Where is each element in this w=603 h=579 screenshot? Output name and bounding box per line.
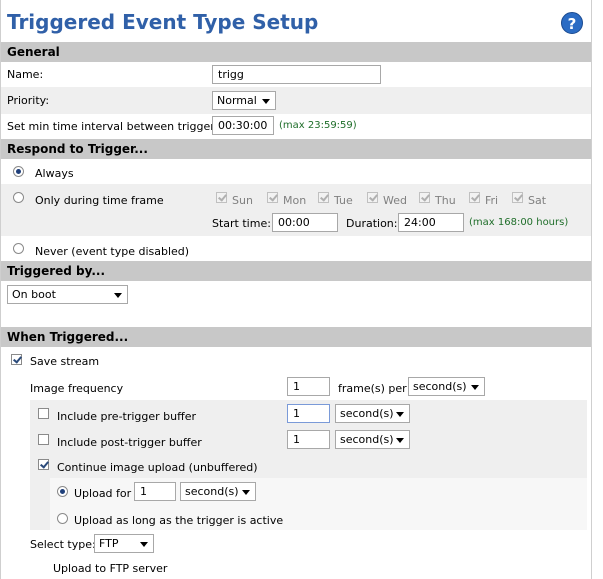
upload-unit-select[interactable]: second(s)	[180, 482, 256, 501]
upload-for-row: Upload for 1 second(s)	[1, 480, 591, 504]
frames-per-label: frame(s) per	[338, 382, 407, 395]
day-sun-checkbox[interactable]	[216, 192, 227, 203]
day-wed-label: Wed	[383, 194, 407, 207]
post-buffer-checkbox[interactable]	[38, 434, 49, 445]
triggered-by-row: On boot	[1, 281, 591, 326]
day-wed-checkbox[interactable]	[367, 192, 378, 203]
upload-for-input[interactable]: 1	[134, 482, 176, 501]
interval-label: Set min time interval between triggers:	[7, 120, 225, 133]
timeframe-radio[interactable]	[13, 192, 24, 203]
section-when-triggered: When Triggered...	[1, 327, 591, 347]
pre-buffer-label: Include pre-trigger buffer	[57, 410, 197, 423]
select-type-select[interactable]: FTP	[94, 534, 154, 553]
pre-buffer-checkbox[interactable]	[38, 408, 49, 419]
section-respond: Respond to Trigger...	[1, 139, 591, 159]
select-type-label: Select type:	[30, 538, 96, 551]
priority-row: Priority: Normal	[1, 87, 591, 114]
pre-buffer-row: Include pre-trigger buffer 1 second(s)	[1, 402, 591, 427]
post-buffer-label: Include post-trigger buffer	[57, 436, 202, 449]
day-fri-label: Fri	[485, 194, 499, 207]
day-sun-label: Sun	[232, 194, 253, 207]
never-radio[interactable]	[13, 243, 24, 254]
ftp-row: Upload to FTP server	[1, 558, 591, 579]
continue-upload-label: Continue image upload (unbuffered)	[57, 461, 258, 474]
priority-label: Priority:	[7, 94, 50, 107]
always-label: Always	[35, 167, 74, 180]
interval-note: (max 23:59:59)	[279, 120, 357, 131]
save-stream-label: Save stream	[30, 355, 100, 368]
continue-upload-row: Continue image upload (unbuffered)	[1, 455, 591, 477]
pre-buffer-input[interactable]: 1	[287, 404, 330, 423]
always-radio[interactable]	[13, 166, 24, 177]
section-triggered-by: Triggered by...	[1, 261, 591, 281]
duration-input[interactable]: 24:00	[398, 213, 464, 232]
chevron-down-icon	[396, 438, 404, 443]
priority-select-value: Normal	[217, 94, 257, 107]
trigger-select[interactable]: On boot	[7, 285, 128, 304]
ftp-label: Upload to FTP server	[53, 562, 168, 575]
upload-active-label: Upload as long as the trigger is active	[74, 514, 284, 527]
chevron-down-icon	[114, 293, 122, 298]
continue-upload-checkbox[interactable]	[38, 459, 49, 470]
day-fri-checkbox[interactable]	[469, 192, 480, 203]
chevron-down-icon	[242, 490, 250, 495]
day-mon-label: Mon	[283, 194, 307, 207]
chevron-down-icon	[140, 542, 148, 547]
post-buffer-unit-select[interactable]: second(s)	[335, 430, 410, 449]
duration-note: (max 168:00 hours)	[469, 217, 569, 228]
page-title: Triggered Event Type Setup	[7, 10, 319, 34]
day-thu-checkbox[interactable]	[419, 192, 430, 203]
pre-buffer-unit-select[interactable]: second(s)	[335, 404, 410, 423]
trigger-select-value: On boot	[12, 288, 56, 301]
day-thu-label: Thu	[435, 194, 456, 207]
name-input[interactable]: trigg	[212, 65, 381, 84]
select-type-row: Select type: FTP	[1, 533, 591, 555]
name-row: Name: trigg	[1, 62, 591, 87]
post-buffer-row: Include post-trigger buffer 1 second(s)	[1, 428, 591, 453]
upload-for-radio[interactable]	[57, 486, 68, 497]
timeframe-label: Only during time frame	[35, 194, 164, 207]
never-label: Never (event type disabled)	[35, 245, 190, 258]
image-frequency-input[interactable]: 1	[287, 377, 330, 396]
interval-row: Set min time interval between triggers: …	[1, 114, 591, 138]
image-frequency-label: Image frequency	[30, 382, 124, 395]
frequency-unit-value: second(s)	[413, 380, 467, 393]
upload-active-radio[interactable]	[57, 513, 68, 524]
pre-buffer-unit-value: second(s)	[340, 407, 394, 420]
upload-for-label: Upload for	[74, 487, 132, 500]
timeframe-row: Only during time frame Sun Mon Tue Wed T…	[1, 184, 591, 236]
page: Triggered Event Type Setup ? General Nam…	[0, 0, 592, 579]
select-type-value: FTP	[99, 537, 119, 550]
name-label: Name:	[7, 68, 44, 81]
help-icon[interactable]: ?	[561, 12, 583, 34]
save-stream-checkbox[interactable]	[11, 354, 22, 365]
always-row: Always	[1, 159, 591, 184]
post-buffer-unit-value: second(s)	[340, 433, 394, 446]
section-general: General	[1, 42, 591, 62]
upload-unit-value: second(s)	[185, 485, 239, 498]
never-row: Never (event type disabled)	[1, 236, 591, 260]
start-time-label: Start time:	[212, 217, 271, 230]
interval-input[interactable]: 00:30:00	[212, 116, 274, 135]
chevron-down-icon	[396, 412, 404, 417]
duration-label: Duration:	[346, 217, 398, 230]
post-buffer-input[interactable]: 1	[287, 430, 330, 449]
save-stream-row: Save stream	[1, 347, 591, 375]
day-tue-checkbox[interactable]	[318, 192, 329, 203]
day-tue-label: Tue	[334, 194, 353, 207]
image-frequency-row: Image frequency 1 frame(s) per second(s)	[1, 375, 591, 400]
frequency-unit-select[interactable]: second(s)	[408, 377, 485, 396]
chevron-down-icon	[262, 99, 270, 104]
day-mon-checkbox[interactable]	[267, 192, 278, 203]
upload-active-row: Upload as long as the trigger is active	[1, 508, 591, 530]
day-sat-checkbox[interactable]	[512, 192, 523, 203]
day-sat-label: Sat	[528, 194, 547, 207]
chevron-down-icon	[471, 385, 479, 390]
priority-select[interactable]: Normal	[212, 91, 276, 110]
start-time-input[interactable]: 00:00	[272, 213, 338, 232]
